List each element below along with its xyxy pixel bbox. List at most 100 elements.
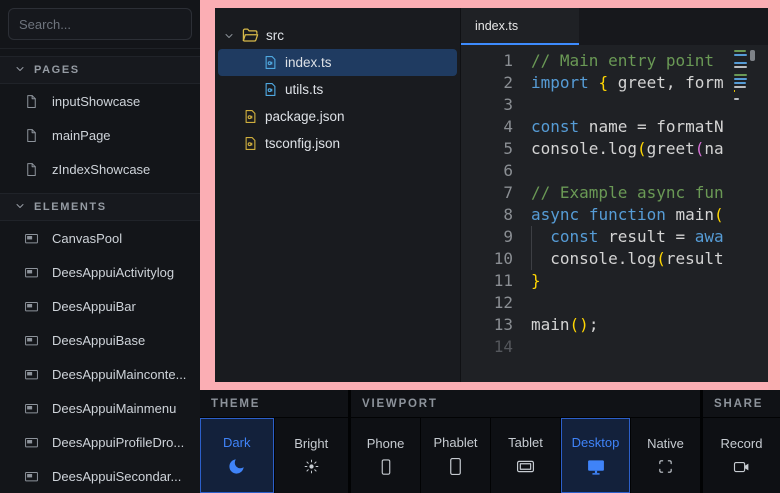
sidebar-item-label: DeesAppuiMainmenu (52, 401, 176, 416)
element-icon (24, 401, 39, 416)
tree-item-label: src (266, 28, 284, 43)
code-line-3: 3 (461, 94, 768, 116)
search-input[interactable] (8, 8, 192, 40)
chevron-down-icon (14, 63, 26, 78)
element-icon (24, 299, 39, 314)
line-number: 8 (461, 204, 513, 226)
bottom-toolbar: THEMEDarkBrightVIEWPORTPhonePhabletTable… (200, 390, 780, 493)
code-line-8: 8async function main( (461, 204, 768, 226)
dark-button[interactable]: Dark (200, 418, 274, 493)
phone-button[interactable]: Phone (351, 418, 420, 493)
line-number: 11 (461, 270, 513, 292)
toolbar-button-label: Desktop (572, 435, 620, 450)
desktop-button[interactable]: Desktop (561, 418, 630, 493)
sidebar-item-label: DeesAppuiBar (52, 299, 136, 314)
bright-button[interactable]: Bright (275, 418, 349, 493)
code-text: } (531, 270, 768, 292)
native-button[interactable]: Native (631, 418, 700, 493)
chevron-down-icon (223, 30, 235, 42)
editor-tab-index-ts[interactable]: index.ts (461, 8, 579, 45)
file-tree: srcindex.ts utils.ts package.json tsconfig.… (215, 8, 460, 382)
sidebar-item-label: zIndexShowcase (52, 162, 150, 177)
sidebar-item-zindexshowcase[interactable]: zIndexShowcase (0, 152, 200, 186)
tree-item-label: tsconfig.json (265, 136, 340, 151)
toolbar-button-label: Dark (223, 435, 250, 450)
toolbar-button-label: Record (721, 436, 763, 451)
code-text: import { greet, form (531, 72, 768, 94)
editor-tabbar: index.ts (461, 8, 768, 45)
code-text (531, 94, 768, 116)
desktop-icon (586, 457, 606, 477)
sidebar-item-deesappuibase[interactable]: DeesAppuiBase (0, 323, 200, 357)
toolbar-section-share: SHARERecord (703, 390, 780, 493)
sidebar-item-deesappuiactivitylog[interactable]: DeesAppuiActivitylog (0, 255, 200, 289)
toolbar-button-label: Phablet (433, 435, 477, 450)
section-header-elements[interactable]: ELEMENTS (0, 193, 200, 221)
line-number: 9 (461, 226, 513, 248)
sidebar-item-deesappuimainmenu[interactable]: DeesAppuiMainmenu (0, 391, 200, 425)
tree-item-tsconfig-json[interactable]: tsconfig.json (218, 130, 457, 157)
editor-scrollbar[interactable] (750, 50, 755, 61)
tree-item-utils-ts[interactable]: utils.ts (218, 76, 457, 103)
file-json-icon (243, 136, 258, 151)
tree-item-src[interactable]: src (218, 22, 457, 49)
sidebar-item-label: DeesAppuiSecondar... (52, 469, 181, 484)
code-text: main(); (531, 314, 768, 336)
element-icon (24, 367, 39, 382)
code-text (531, 336, 768, 358)
record-button[interactable]: Record (703, 418, 780, 493)
tree-item-label: package.json (265, 109, 345, 124)
code-text (531, 160, 768, 182)
element-icon (24, 469, 39, 484)
code-area[interactable]: 1// Main entry point2import { greet, for… (461, 45, 768, 382)
line-number: 5 (461, 138, 513, 160)
sidebar-item-label: DeesAppuiActivitylog (52, 265, 174, 280)
tree-item-index-ts[interactable]: index.ts (218, 49, 457, 76)
sidebar-item-label: DeesAppuiMainconte... (52, 367, 186, 382)
toolbar-section-viewport: VIEWPORTPhonePhabletTabletDesktopNative (351, 390, 700, 493)
phone-icon (377, 458, 395, 476)
code-text: const result = awa (531, 226, 768, 248)
toolbar-button-label: Bright (294, 436, 328, 451)
section-label: PAGES (34, 64, 80, 76)
sidebar-item-label: DeesAppuiProfileDro... (52, 435, 184, 450)
tablet-button[interactable]: Tablet (491, 418, 560, 493)
preview-canvas: srcindex.tsutils.tspackage.jsontsconfig.… (200, 0, 780, 390)
tree-item-label: index.ts (285, 55, 332, 70)
line-number: 7 (461, 182, 513, 204)
sidebar-item-deesappuibar[interactable]: DeesAppuiBar (0, 289, 200, 323)
file-ts-icon (263, 55, 278, 70)
code-text: // Main entry point (531, 50, 768, 72)
line-number: 6 (461, 160, 513, 182)
line-number: 14 (461, 336, 513, 358)
sidebar-item-canvaspool[interactable]: CanvasPool (0, 221, 200, 255)
sidebar-item-deesappuisecondar[interactable]: DeesAppuiSecondar... (0, 459, 200, 493)
line-number: 13 (461, 314, 513, 336)
sidebar-item-deesappuimainconte[interactable]: DeesAppuiMainconte... (0, 357, 200, 391)
line-number: 1 (461, 50, 513, 72)
chevron-down-icon (14, 200, 26, 215)
sidebar-item-label: mainPage (52, 128, 111, 143)
code-line-6: 6 (461, 160, 768, 182)
sidebar-item-inputshowcase[interactable]: inputShowcase (0, 84, 200, 118)
code-line-14: 14 (461, 336, 768, 358)
section-header-pages[interactable]: PAGES (0, 56, 200, 84)
code-line-9: 9 const result = awa (461, 226, 768, 248)
tablet-icon (516, 457, 535, 476)
toolbar-button-label: Native (647, 436, 684, 451)
folder-open-icon (242, 27, 259, 44)
app-screen: PAGES inputShowcase mainPage zIndexShowcase… (0, 0, 780, 493)
element-icon (24, 333, 39, 348)
phablet-button[interactable]: Phablet (421, 418, 490, 493)
tree-item-label: utils.ts (285, 82, 323, 97)
toolbar-section-title: THEME (200, 390, 348, 417)
sidebar-item-deesappuiprofiledro[interactable]: DeesAppuiProfileDro... (0, 425, 200, 459)
file-json-icon (243, 109, 258, 124)
code-text: // Example async fun (531, 182, 768, 204)
demo-app-panel: srcindex.tsutils.tspackage.jsontsconfig.… (215, 8, 768, 382)
page-icon (24, 94, 39, 109)
tree-item-package-json[interactable]: package.json (218, 103, 457, 130)
code-line-5: 5console.log(greet(na (461, 138, 768, 160)
sidebar-item-mainpage[interactable]: mainPage (0, 118, 200, 152)
code-text: console.log(result (531, 248, 768, 270)
